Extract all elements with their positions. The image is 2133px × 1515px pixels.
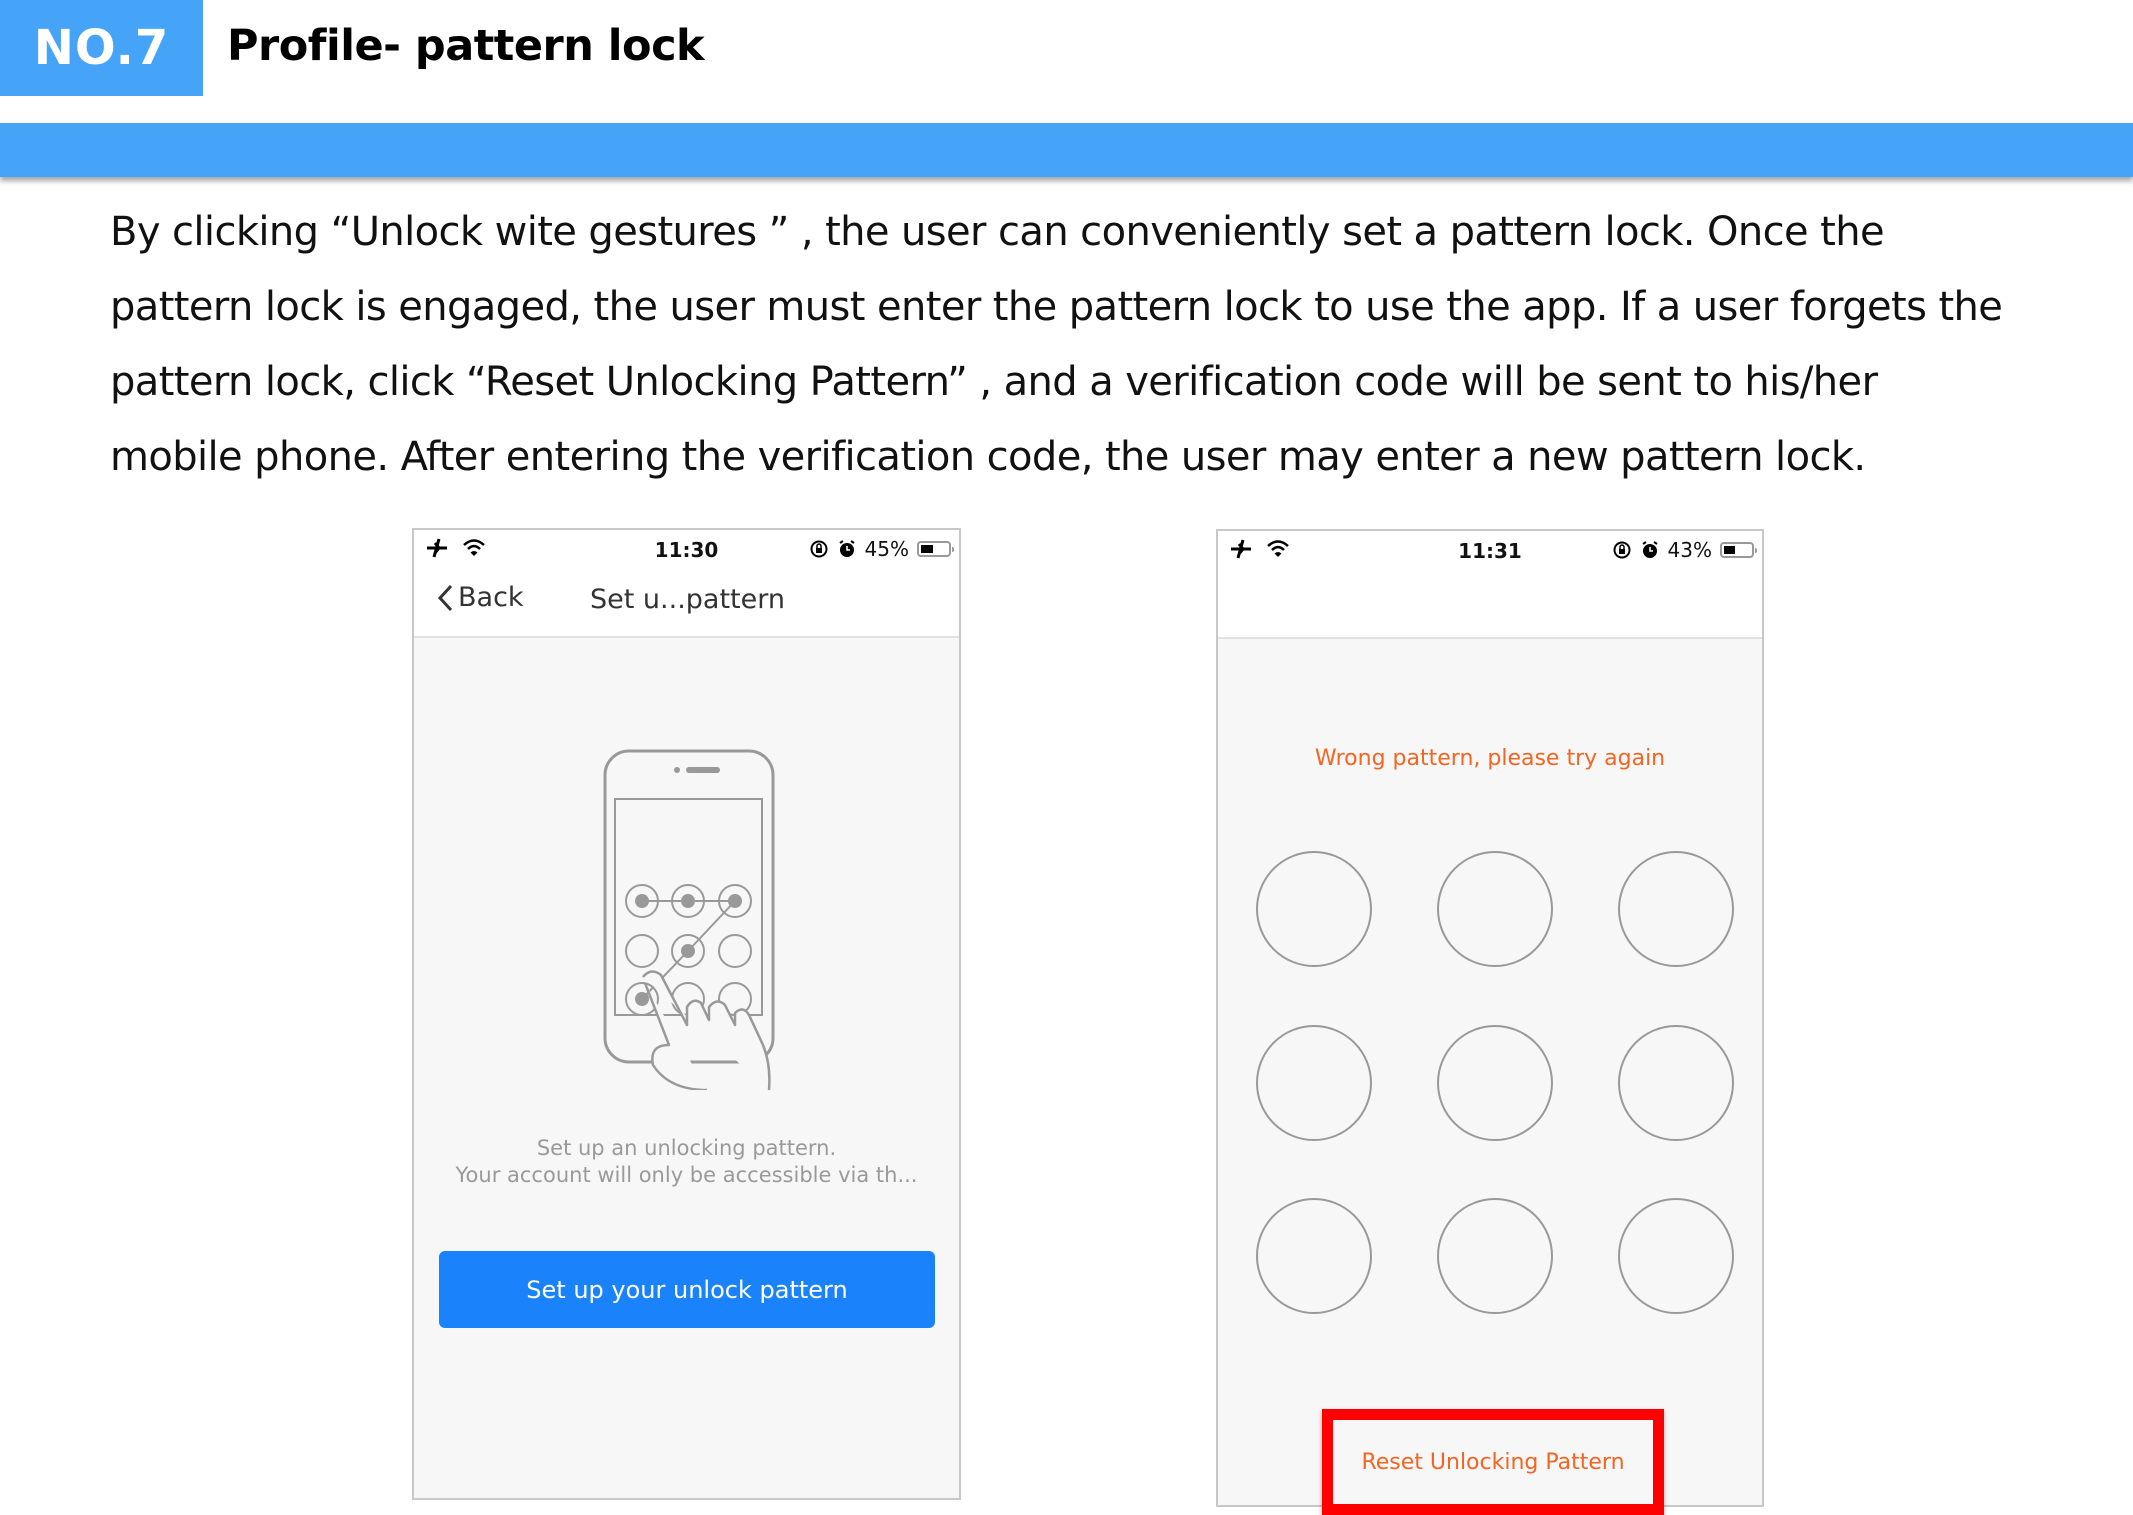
setup-hint-line2: Your account will only be accessible via… <box>455 1163 918 1187</box>
back-button[interactable]: Back <box>436 582 524 613</box>
pattern-node[interactable] <box>1437 1198 1553 1314</box>
description-line: By clicking “Unlock wite gestures ” , th… <box>110 209 1885 255</box>
pattern-node[interactable] <box>1256 1198 1372 1314</box>
illustration-pattern-dot <box>681 944 695 958</box>
phone-screenshot-verify: 11:31 43% Wrong pattern, please try agai… <box>1216 529 1764 1507</box>
setup-pattern-button[interactable]: Set up your unlock pattern <box>439 1251 935 1328</box>
section-number-badge: NO.7 <box>0 0 203 96</box>
illustration-pattern-dot <box>635 894 649 908</box>
nav-title: Set u...pattern <box>590 584 785 615</box>
illustration-pattern-dot <box>635 992 649 1006</box>
reset-label: Reset Unlocking Pattern <box>1361 1449 1625 1475</box>
page-title: Profile- pattern lock <box>227 21 705 71</box>
phone-screenshot-setup: 11:30 45% Back Set u...pattern Set up an… <box>412 528 961 1500</box>
status-bar: 11:30 45% <box>414 530 959 570</box>
pattern-node[interactable] <box>1437 851 1553 967</box>
illustration-pattern-dot <box>681 894 695 908</box>
pattern-node[interactable] <box>1256 851 1372 967</box>
rotation-lock-icon <box>810 540 828 558</box>
battery-fill <box>921 545 933 553</box>
description-paragraph: By clicking “Unlock wite gestures ” , th… <box>110 195 2070 495</box>
description-line: pattern lock, click “Reset Unlocking Pat… <box>110 359 1878 405</box>
back-label: Back <box>458 582 524 613</box>
alarm-icon <box>838 540 855 557</box>
illustration-pattern-ring <box>718 934 752 968</box>
navigation-bar: Back Set u...pattern <box>414 570 959 638</box>
illustration-pattern-ring <box>625 934 659 968</box>
reset-unlocking-pattern-button[interactable]: Reset Unlocking Pattern <box>1322 1409 1664 1515</box>
description-line: mobile phone. After entering the verific… <box>110 434 1866 480</box>
pattern-node[interactable] <box>1437 1025 1553 1141</box>
illustration-speaker <box>686 767 720 773</box>
pattern-node[interactable] <box>1256 1025 1372 1141</box>
pattern-grid[interactable] <box>1218 531 1762 1505</box>
battery-icon <box>917 541 954 557</box>
description-line: pattern lock is engaged, the user must e… <box>110 284 2003 330</box>
section-number: NO.7 <box>33 20 170 76</box>
pattern-node[interactable] <box>1618 851 1734 967</box>
setup-hint-line1: Set up an unlocking pattern. <box>536 1136 837 1160</box>
pattern-lock-illustration <box>603 749 775 1090</box>
pattern-node[interactable] <box>1618 1198 1734 1314</box>
battery-percent: 45% <box>864 537 909 561</box>
chevron-left-icon <box>437 584 453 611</box>
illustration-camera-dot <box>674 767 680 773</box>
illustration-pattern-dot <box>728 894 742 908</box>
hand-icon <box>642 970 771 1090</box>
pattern-node[interactable] <box>1618 1025 1734 1141</box>
header-divider-bar <box>0 123 2133 177</box>
